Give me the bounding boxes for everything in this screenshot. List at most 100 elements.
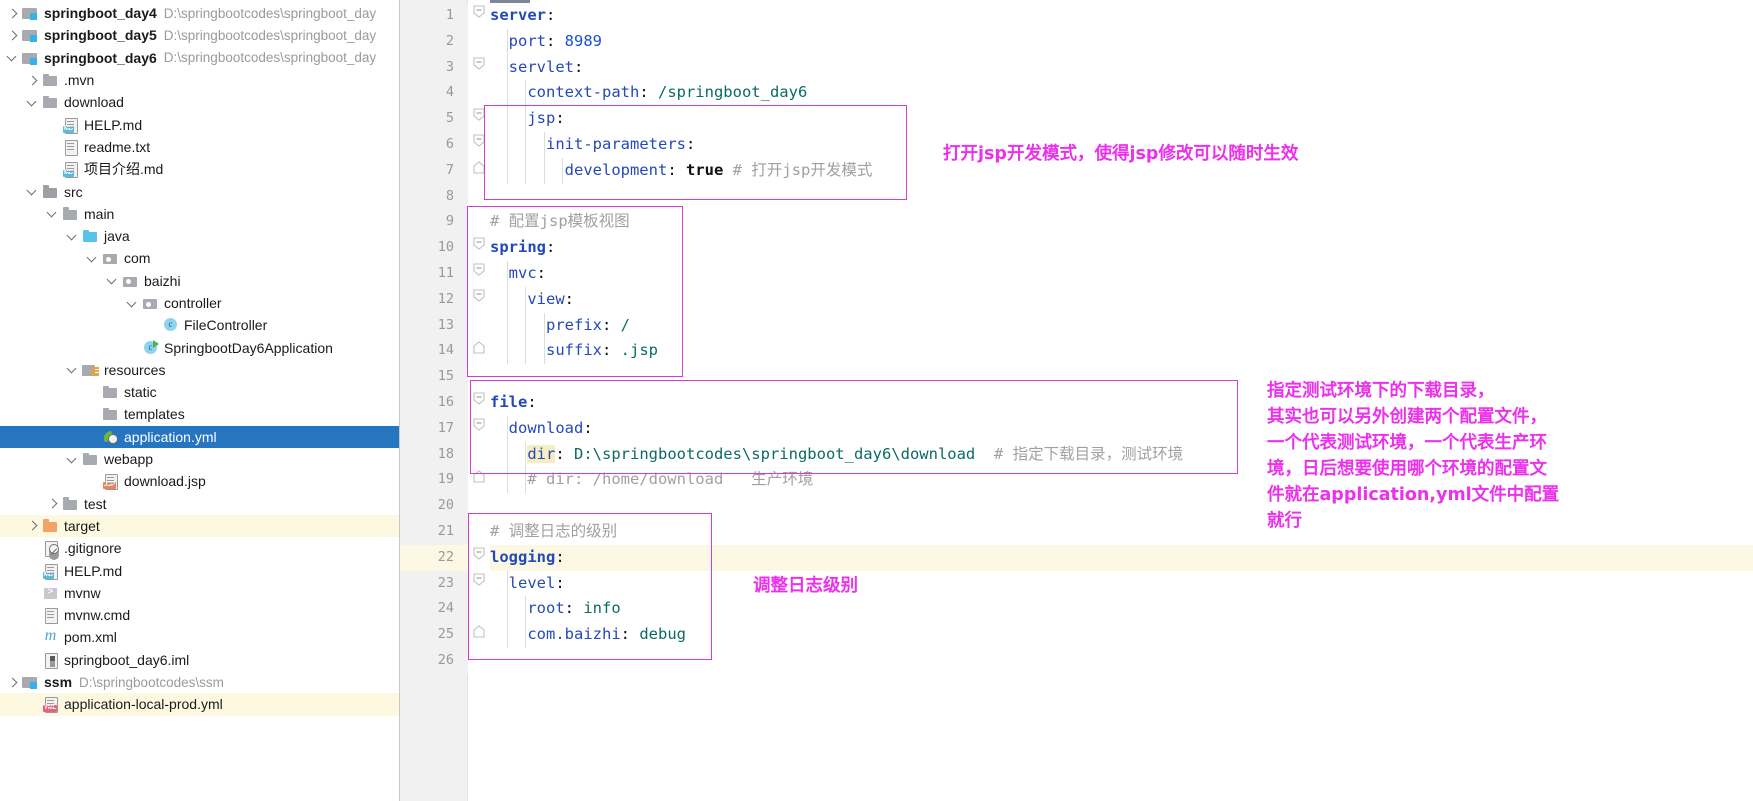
tree-node-file-mvnw-cmd[interactable]: mvnw.cmd xyxy=(0,604,399,626)
tree-node-download-folder[interactable]: download xyxy=(0,91,399,113)
line-text[interactable]: # dir: /home/download 生产环境 xyxy=(490,467,1753,494)
chevron-right-icon[interactable] xyxy=(26,74,39,87)
line-text[interactable]: root: info xyxy=(490,596,1753,623)
tree-node-package-baizhi[interactable]: baizhi xyxy=(0,270,399,292)
fold-marker-icon[interactable] xyxy=(468,467,490,493)
fold-marker-icon[interactable] xyxy=(468,545,490,571)
chevron-down-icon[interactable] xyxy=(126,297,139,310)
fold-marker-icon[interactable] xyxy=(468,622,490,648)
tree-node-class-filecontroller[interactable]: FileController xyxy=(0,314,399,336)
line-text[interactable]: # 配置jsp模板视图 xyxy=(490,209,1753,235)
tree-node-file-gitignore[interactable]: .gitignore xyxy=(0,537,399,559)
tree-node-target-folder[interactable]: target xyxy=(0,514,399,538)
tree-node-help-md-download[interactable]: MD HELP.md xyxy=(0,113,399,135)
project-tool-window[interactable]: springboot_day4 D:\springbootcodes\spring… xyxy=(0,0,400,801)
fold-marker-icon[interactable] xyxy=(468,338,490,364)
fold-marker-icon[interactable] xyxy=(468,571,490,597)
line-text[interactable]: view: xyxy=(490,286,1753,313)
tree-node-static-folder[interactable]: static xyxy=(0,381,399,403)
fold-marker-icon[interactable] xyxy=(468,390,490,416)
tree-node-src-folder[interactable]: src xyxy=(0,180,399,202)
code-line-24[interactable]: 24 root: info xyxy=(400,596,1753,623)
editor-pane[interactable]: 1 server: 2 port: 8989 3 servlet: 4 context-… xyxy=(400,0,1753,801)
tree-node-springboot-day6[interactable]: springboot_day6 D:\springbootcodes\spring… xyxy=(0,47,399,69)
code-line-9[interactable]: 9 # 配置jsp模板视图 xyxy=(400,209,1753,236)
tree-node-package-controller[interactable]: controller xyxy=(0,292,399,314)
fold-marker-icon[interactable] xyxy=(468,416,490,442)
line-text[interactable]: jsp: xyxy=(490,106,1753,132)
code-line-22[interactable]: 22 logging: xyxy=(400,544,1753,571)
chevron-right-icon[interactable] xyxy=(26,519,39,532)
tree-node-templates-folder[interactable]: templates xyxy=(0,403,399,425)
fold-marker-icon[interactable] xyxy=(468,261,490,287)
tree-node-springboot-day4[interactable]: springboot_day4 D:\springbootcodes\spring… xyxy=(0,2,399,24)
tree-node-springboot-day5[interactable]: springboot_day5 D:\springbootcodes\spring… xyxy=(0,24,399,46)
chevron-down-icon[interactable] xyxy=(66,363,79,376)
tree-node-package-com[interactable]: com xyxy=(0,247,399,269)
chevron-right-icon[interactable] xyxy=(6,676,19,689)
tree-node-mvn-folder[interactable]: .mvn xyxy=(0,69,399,91)
tree-node-webapp-folder[interactable]: webapp xyxy=(0,448,399,470)
line-text[interactable]: file: xyxy=(490,390,1753,416)
tree-node-file-mvnw[interactable]: mvnw xyxy=(0,582,399,604)
chevron-down-icon[interactable] xyxy=(46,207,59,220)
tree-node-readme-txt[interactable]: readme.txt xyxy=(0,136,399,158)
line-text[interactable]: servlet: xyxy=(490,54,1753,81)
tree-node-test-folder[interactable]: test xyxy=(0,493,399,515)
fold-marker-icon[interactable] xyxy=(468,287,490,313)
tree-node-file-help-md[interactable]: MD HELP.md xyxy=(0,559,399,581)
chevron-down-icon[interactable] xyxy=(66,453,79,466)
tree-node-resources-folder[interactable]: resources xyxy=(0,359,399,381)
code-line-3[interactable]: 3 servlet: xyxy=(400,54,1753,81)
tree-node-file-pom-xml[interactable]: pom.xml xyxy=(0,626,399,648)
chevron-right-icon[interactable] xyxy=(6,7,19,20)
line-text[interactable]: logging: xyxy=(490,544,1753,571)
line-text[interactable]: com.baizhi: debug xyxy=(490,622,1753,648)
code-line-25[interactable]: 25 com.baizhi: debug xyxy=(400,622,1753,648)
fold-marker-icon[interactable] xyxy=(468,235,490,261)
code-line-1[interactable]: 1 server: xyxy=(400,3,1753,29)
line-text[interactable]: context-path: /springboot_day6 xyxy=(490,80,1753,107)
code-line-13[interactable]: 13 prefix: / xyxy=(400,312,1753,339)
chevron-down-icon[interactable] xyxy=(66,230,79,243)
line-text[interactable]: # 调整日志的级别 xyxy=(490,519,1753,545)
fold-marker-icon[interactable] xyxy=(468,106,490,132)
line-text[interactable]: download: xyxy=(490,415,1753,442)
fold-marker-icon[interactable] xyxy=(468,55,490,81)
line-text[interactable]: level: xyxy=(490,570,1753,597)
code-line-2[interactable]: 2 port: 8989 xyxy=(400,28,1753,55)
chevron-down-icon[interactable] xyxy=(26,96,39,109)
line-text[interactable]: prefix: / xyxy=(490,312,1753,339)
fold-marker-icon[interactable] xyxy=(468,158,490,184)
code-line-12[interactable]: 12 view: xyxy=(400,286,1753,313)
tree-node-class-springbootday6application[interactable]: SpringbootDay6Application xyxy=(0,336,399,358)
tree-node-java-folder[interactable]: java xyxy=(0,225,399,247)
tree-node-project-intro-md[interactable]: MD 项目介绍.md xyxy=(0,158,399,180)
tree-node-module-ssm[interactable]: ssm D:\springbootcodes\ssm xyxy=(0,671,399,693)
tree-node-file-download-jsp[interactable]: JSP download.jsp xyxy=(0,470,399,492)
code-line-11[interactable]: 11 mvc: xyxy=(400,260,1753,287)
chevron-down-icon[interactable] xyxy=(26,185,39,198)
chevron-down-icon[interactable] xyxy=(86,252,99,265)
tree-node-file-application-local-prod-yml[interactable]: YML application-local-prod.yml xyxy=(0,693,399,716)
fold-marker-icon[interactable] xyxy=(468,3,490,29)
code-line-5[interactable]: 5 jsp: xyxy=(400,106,1753,132)
code-line-8[interactable]: 8 xyxy=(400,183,1753,210)
chevron-down-icon[interactable] xyxy=(106,274,119,287)
chevron-right-icon[interactable] xyxy=(6,29,19,42)
code-line-23[interactable]: 23 level: xyxy=(400,570,1753,597)
fold-marker-icon[interactable] xyxy=(468,132,490,158)
line-text[interactable]: spring: xyxy=(490,235,1753,261)
line-text[interactable]: server: xyxy=(490,3,1753,29)
code-line-10[interactable]: 10 spring: xyxy=(400,235,1753,261)
tree-node-file-springboot-day6-iml[interactable]: springboot_day6.iml xyxy=(0,649,399,671)
tree-node-main-folder[interactable]: main xyxy=(0,203,399,225)
line-text[interactable]: suffix: .jsp xyxy=(490,338,1753,365)
code-line-14[interactable]: 14 suffix: .jsp xyxy=(400,338,1753,365)
code-line-26[interactable]: 26 xyxy=(400,647,1753,674)
line-text[interactable]: mvc: xyxy=(490,260,1753,287)
code-line-4[interactable]: 4 context-path: /springboot_day6 xyxy=(400,80,1753,107)
chevron-right-icon[interactable] xyxy=(46,497,59,510)
line-text[interactable]: dir: D:\springbootcodes\springboot_day6\… xyxy=(490,441,1753,468)
tree-node-file-application-yml[interactable]: application.yml xyxy=(0,425,399,448)
